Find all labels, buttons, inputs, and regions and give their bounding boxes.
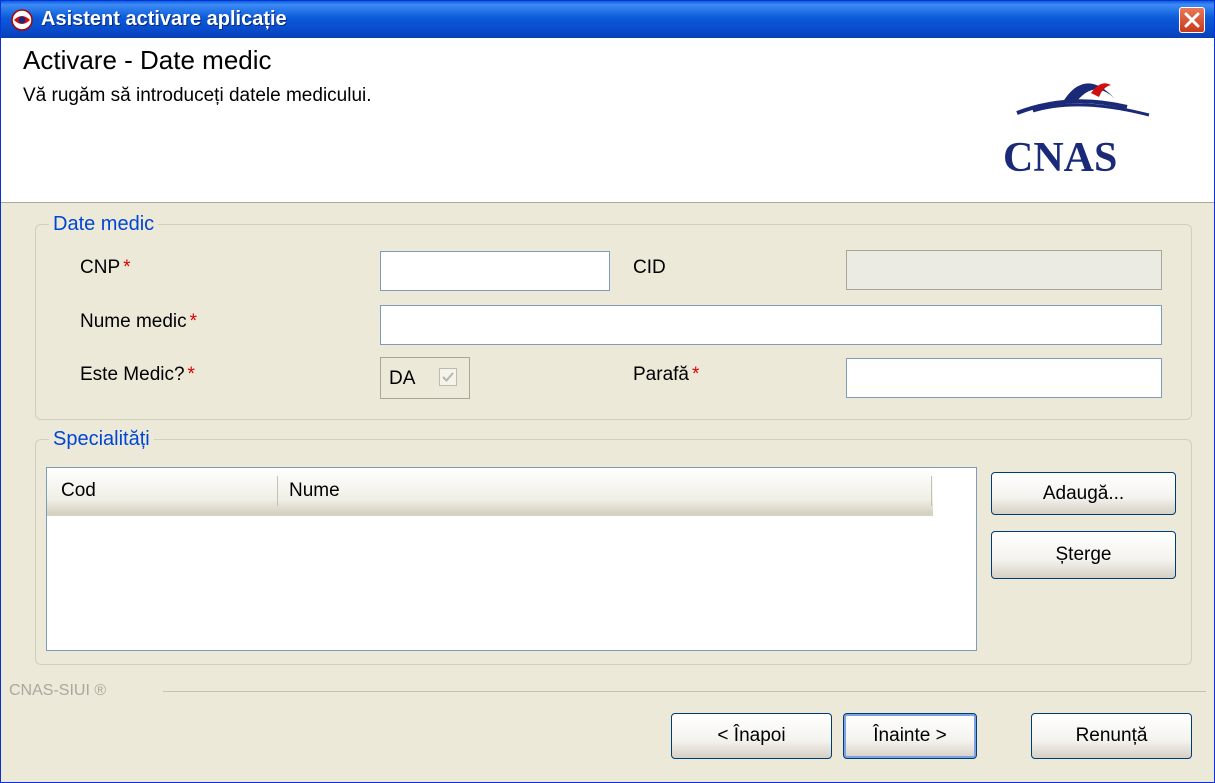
parafa-label: Parafă *	[633, 364, 700, 385]
back-button[interactable]: < Înapoi	[671, 713, 832, 759]
required-mark: *	[123, 257, 131, 278]
cancel-button[interactable]: Renunță	[1031, 713, 1192, 759]
close-button[interactable]	[1179, 7, 1205, 33]
cnas-logo: CNAS	[1003, 83, 1150, 175]
app-eye-icon	[11, 9, 33, 31]
next-button[interactable]: Înainte >	[843, 713, 977, 759]
nume-medic-label: Nume medic *	[80, 311, 198, 332]
column-header-cod[interactable]: Cod	[61, 480, 96, 502]
checkmark-icon	[442, 372, 454, 382]
footer-divider	[163, 691, 1206, 692]
required-mark: *	[691, 364, 700, 385]
cnp-input[interactable]	[380, 251, 610, 291]
cid-label: CID	[633, 257, 666, 278]
page-title: Activare - Date medic	[23, 45, 272, 75]
specialitati-legend: Specialități	[49, 428, 154, 451]
window-title: Asistent activare aplicație	[41, 8, 287, 30]
delete-specialty-button[interactable]: Șterge	[991, 531, 1176, 579]
parafa-input[interactable]	[846, 358, 1162, 398]
checkbox[interactable]	[439, 368, 457, 386]
required-mark: *	[189, 311, 198, 332]
required-mark: *	[187, 364, 195, 385]
column-divider[interactable]	[277, 476, 278, 506]
add-specialty-button[interactable]: Adaugă...	[991, 472, 1176, 515]
close-icon	[1184, 12, 1200, 28]
este-medic-checkbox[interactable]: DA	[380, 357, 470, 399]
column-divider[interactable]	[931, 476, 932, 506]
column-header-nume[interactable]: Nume	[289, 480, 340, 502]
page-subtitle: Vă rugăm să introduceți datele medicului…	[23, 85, 372, 106]
nume-medic-input[interactable]	[380, 305, 1162, 345]
date-medic-legend: Date medic	[49, 213, 159, 236]
footer-brand: CNAS-SIUI ®	[9, 682, 107, 699]
este-medic-value: DA	[389, 368, 416, 389]
cnp-label: CNP *	[80, 257, 131, 278]
logo-text: CNAS	[1003, 135, 1117, 175]
cid-input	[846, 250, 1162, 290]
table-header: Cod Nume	[47, 468, 933, 516]
specialitati-table[interactable]: Cod Nume	[46, 467, 977, 651]
este-medic-label: Este Medic? *	[80, 364, 195, 385]
wizard-window: Asistent activare aplicație Activare - D…	[0, 0, 1215, 783]
title-bar[interactable]: Asistent activare aplicație	[1, 1, 1214, 38]
